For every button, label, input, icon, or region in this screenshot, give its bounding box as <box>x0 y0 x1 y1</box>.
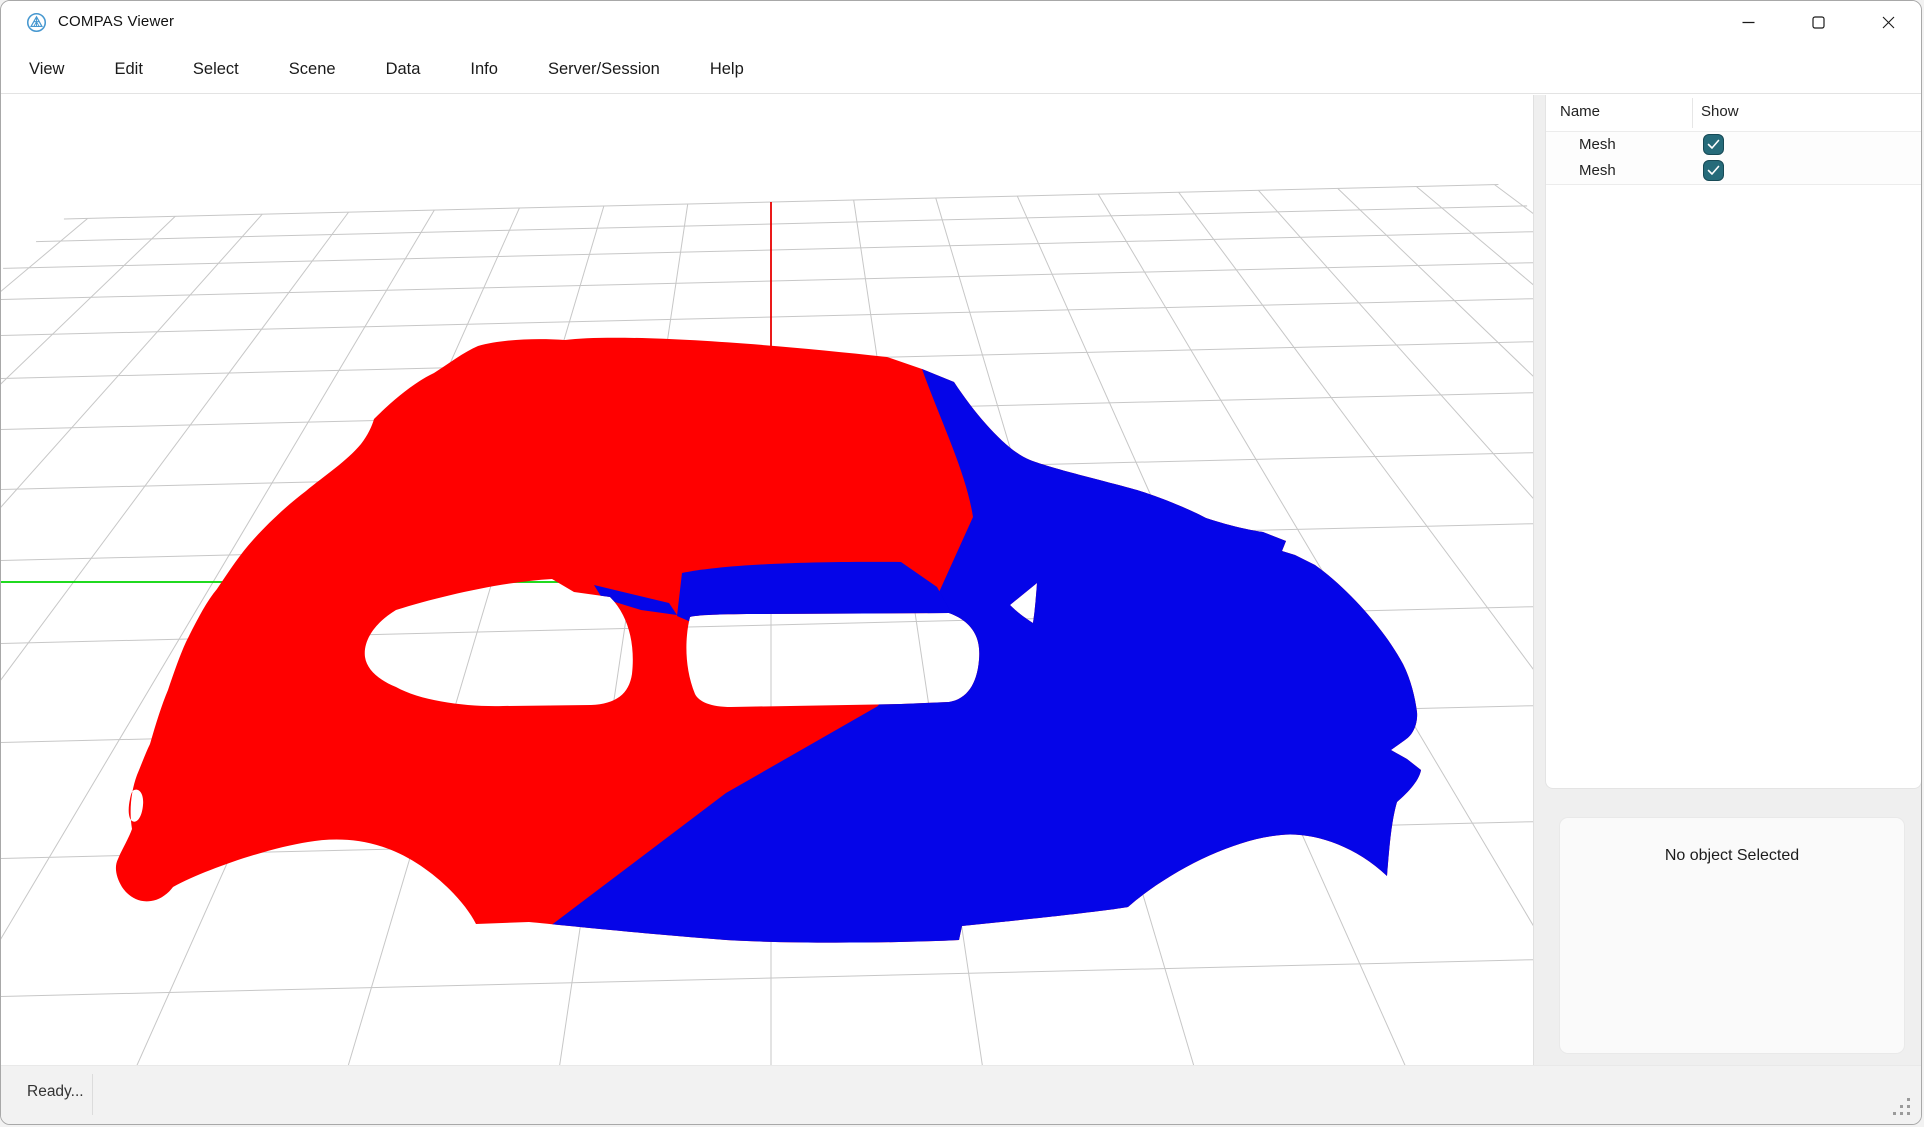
maximize-icon <box>1811 15 1826 30</box>
row-name-label: Mesh <box>1579 136 1616 153</box>
viewport-3d[interactable] <box>1 95 1533 1069</box>
show-checkbox[interactable] <box>1703 160 1724 181</box>
check-icon <box>1709 141 1719 149</box>
maximize-button[interactable] <box>1795 1 1841 44</box>
close-button[interactable] <box>1865 1 1911 44</box>
window-title: COMPAS Viewer <box>58 13 174 30</box>
compas-logo-icon <box>26 12 47 33</box>
scene-canvas[interactable] <box>1 95 1533 1069</box>
scene-tree-header: Name Show <box>1546 95 1921 132</box>
menu-item-info[interactable]: Info <box>470 60 498 79</box>
menu-bar: View Edit Select Scene Data Info Server/Sessio… <box>1 45 1921 94</box>
show-checkbox[interactable] <box>1703 134 1724 155</box>
menu-item-data[interactable]: Data <box>386 60 421 79</box>
close-icon <box>1881 15 1896 30</box>
minimize-icon <box>1741 15 1756 30</box>
status-message: Ready... <box>27 1083 84 1101</box>
column-divider[interactable] <box>1692 98 1693 128</box>
sidebar: Name Show Mesh Mesh No object Selected <box>1533 95 1921 1069</box>
column-header-name: Name <box>1560 103 1600 120</box>
resize-grip[interactable] <box>1891 1096 1913 1118</box>
no-selection-message: No object Selected <box>1560 847 1904 865</box>
menu-item-help[interactable]: Help <box>710 60 744 79</box>
scene-tree-panel: Name Show Mesh Mesh <box>1545 95 1922 789</box>
menu-item-edit[interactable]: Edit <box>114 60 142 79</box>
row-name-label: Mesh <box>1579 162 1616 179</box>
car-mesh[interactable] <box>116 338 1533 1069</box>
main-content: Name Show Mesh Mesh No object Selected <box>1 95 1921 1069</box>
menu-item-server-session[interactable]: Server/Session <box>548 60 660 79</box>
menu-item-select[interactable]: Select <box>193 60 239 79</box>
check-icon <box>1709 167 1719 175</box>
status-bar: Ready... <box>1 1065 1921 1124</box>
minimize-button[interactable] <box>1725 1 1771 44</box>
app-window: COMPAS Viewer View Edit Select Scene Data Inf… <box>0 0 1922 1125</box>
object-inspector-panel: No object Selected <box>1559 817 1905 1054</box>
status-divider <box>92 1074 93 1115</box>
column-header-show: Show <box>1701 103 1739 120</box>
title-bar: COMPAS Viewer <box>1 1 1921 45</box>
menu-item-view[interactable]: View <box>29 60 64 79</box>
table-row[interactable]: Mesh <box>1546 132 1921 158</box>
table-row[interactable]: Mesh <box>1546 158 1921 184</box>
menu-item-scene[interactable]: Scene <box>289 60 336 79</box>
